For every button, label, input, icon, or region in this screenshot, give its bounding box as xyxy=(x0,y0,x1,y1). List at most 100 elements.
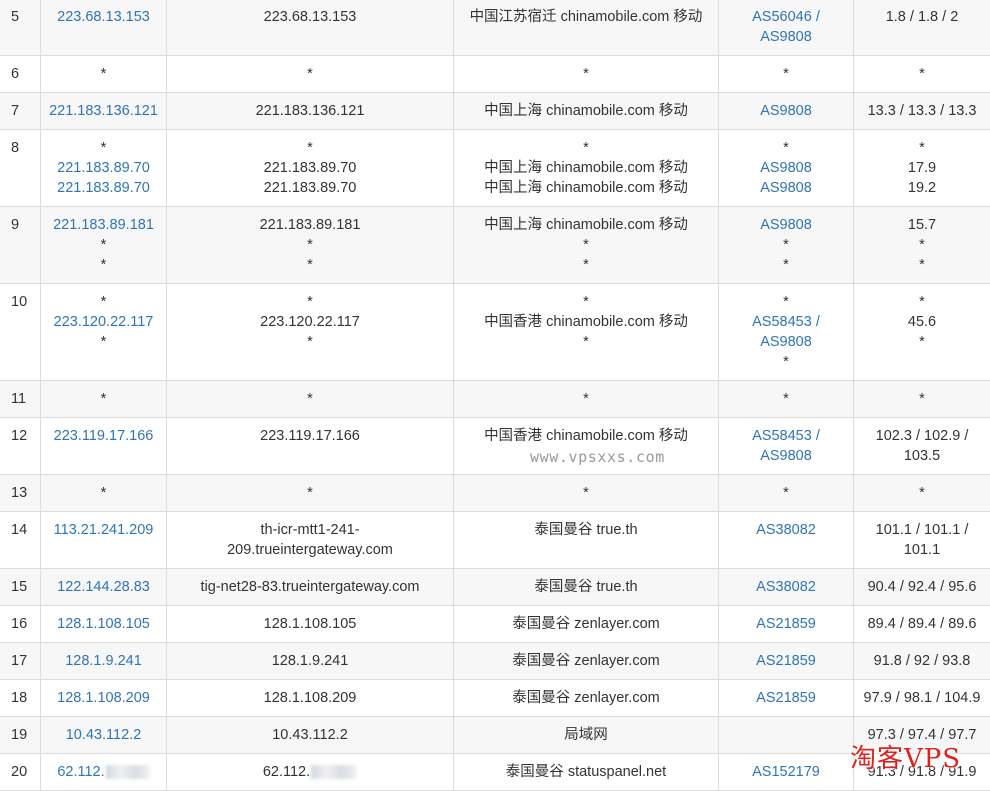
asn-link[interactable]: AS21859 xyxy=(725,688,847,708)
ip-link[interactable]: 221.183.89.70 xyxy=(47,178,160,198)
host-text: th-icr-mtt1-241- xyxy=(173,520,447,540)
ip-link[interactable]: 221.183.89.70 xyxy=(47,158,160,178)
asn-link[interactable]: AS58453 / xyxy=(725,312,847,332)
ip-link[interactable]: 223.68.13.153 xyxy=(47,7,160,27)
ip-link[interactable]: 113.21.241.209 xyxy=(47,520,160,540)
ip-link[interactable]: 62.112. xyxy=(57,764,104,780)
asn-link[interactable]: AS9808 xyxy=(725,215,847,235)
rtt-cell: 15.7** xyxy=(854,207,990,284)
rtt-text: 19.2 xyxy=(860,178,984,198)
rtt-cell: *17.919.2 xyxy=(854,130,990,207)
geo-text: 泰国曼谷 zenlayer.com xyxy=(460,651,712,671)
asn-link[interactable]: AS21859 xyxy=(725,651,847,671)
asn-link[interactable]: AS56046 / xyxy=(725,7,847,27)
hostname-cell: 128.1.108.105 xyxy=(167,606,454,643)
timeout-marker: * xyxy=(460,235,712,255)
ip-link[interactable]: 223.119.17.166 xyxy=(47,426,160,446)
ip-link[interactable]: 122.144.28.83 xyxy=(47,577,160,597)
rtt-cell: 13.3 / 13.3 / 13.3 xyxy=(854,93,990,130)
timeout-marker: * xyxy=(460,64,712,84)
hostname-cell: * xyxy=(167,475,454,512)
ip-link[interactable]: 221.183.136.121 xyxy=(47,101,160,121)
geo-text: 中国上海 chinamobile.com 移动 xyxy=(460,158,712,178)
asn-link[interactable]: AS9808 xyxy=(725,332,847,352)
geo-text: 中国上海 chinamobile.com 移动 xyxy=(460,178,712,198)
location-cell: * xyxy=(454,56,719,93)
hop-number: 9 xyxy=(0,207,41,284)
table-row: 17128.1.9.241128.1.9.241泰国曼谷 zenlayer.co… xyxy=(0,643,990,680)
rtt-cell: 89.4 / 89.4 / 89.6 xyxy=(854,606,990,643)
host-text: 223.120.22.117 xyxy=(173,312,447,332)
ip-cell: 223.119.17.166 xyxy=(41,418,167,475)
hop-number: 12 xyxy=(0,418,41,475)
location-cell: *中国上海 chinamobile.com 移动中国上海 chinamobile… xyxy=(454,130,719,207)
ip-link[interactable]: 10.43.112.2 xyxy=(47,725,160,745)
hop-number: 6 xyxy=(0,56,41,93)
rtt-cell: * xyxy=(854,475,990,512)
timeout-marker: * xyxy=(725,352,847,372)
asn-link[interactable]: AS9808 xyxy=(725,101,847,121)
hostname-cell: 10.43.112.2 xyxy=(167,717,454,754)
table-row: 13***** xyxy=(0,475,990,512)
asn-cell: AS9808 xyxy=(719,93,854,130)
host-text: 223.119.17.166 xyxy=(173,426,447,446)
hop-number: 19 xyxy=(0,717,41,754)
timeout-marker: * xyxy=(47,64,160,84)
rtt-cell: 102.3 / 102.9 /103.5 xyxy=(854,418,990,475)
geo-text: 中国上海 chinamobile.com 移动 xyxy=(460,101,712,121)
ip-link[interactable]: 223.120.22.117 xyxy=(47,312,160,332)
host-text: 128.1.9.241 xyxy=(173,651,447,671)
asn-link[interactable]: AS21859 xyxy=(725,614,847,634)
asn-cell: AS21859 xyxy=(719,680,854,717)
table-row: 2062.112.62.112.泰国曼谷 statuspanel.netAS15… xyxy=(0,754,990,791)
ip-cell: 221.183.136.121 xyxy=(41,93,167,130)
timeout-marker: * xyxy=(725,389,847,409)
rtt-cell: 1.8 / 1.8 / 2 xyxy=(854,0,990,56)
asn-link[interactable]: AS9808 xyxy=(725,446,847,466)
asn-link[interactable]: AS9808 xyxy=(725,178,847,198)
ip-cell: *223.120.22.117* xyxy=(41,284,167,381)
rtt-text: 13.3 / 13.3 / 13.3 xyxy=(860,101,984,121)
ip-link[interactable]: 128.1.9.241 xyxy=(47,651,160,671)
asn-link[interactable]: AS38082 xyxy=(725,520,847,540)
rtt-cell: 91.8 / 92 / 93.8 xyxy=(854,643,990,680)
hostname-cell: 223.119.17.166 xyxy=(167,418,454,475)
location-cell: * xyxy=(454,475,719,512)
location-cell: 泰国曼谷 zenlayer.com xyxy=(454,643,719,680)
table-row: 18128.1.108.209128.1.108.209泰国曼谷 zenlaye… xyxy=(0,680,990,717)
timeout-marker: * xyxy=(725,138,847,158)
timeout-marker: * xyxy=(47,235,160,255)
ip-link[interactable]: 128.1.108.105 xyxy=(47,614,160,634)
rtt-text: 1.8 / 1.8 / 2 xyxy=(860,7,984,27)
timeout-marker: * xyxy=(173,389,447,409)
ip-cell: 62.112. xyxy=(41,754,167,791)
hop-number: 13 xyxy=(0,475,41,512)
hop-number: 8 xyxy=(0,130,41,207)
asn-link[interactable]: AS152179 xyxy=(725,762,847,782)
asn-link[interactable]: AS9808 xyxy=(725,27,847,47)
timeout-marker: * xyxy=(460,255,712,275)
rtt-text: 102.3 / 102.9 / xyxy=(860,426,984,446)
host-text: 62.112. xyxy=(263,764,310,780)
hop-number: 15 xyxy=(0,569,41,606)
asn-link[interactable]: AS38082 xyxy=(725,577,847,597)
rtt-text: 101.1 xyxy=(860,540,984,560)
ip-link[interactable]: 221.183.89.181 xyxy=(47,215,160,235)
asn-link[interactable]: AS9808 xyxy=(725,158,847,178)
hop-number: 16 xyxy=(0,606,41,643)
asn-cell: AS38082 xyxy=(719,569,854,606)
ip-link[interactable]: 128.1.108.209 xyxy=(47,688,160,708)
timeout-marker: * xyxy=(860,389,984,409)
site-watermark: www.vpsxxs.com xyxy=(530,448,665,466)
rtt-cell: * xyxy=(854,56,990,93)
rtt-cell: *45.6* xyxy=(854,284,990,381)
rtt-text: 103.5 xyxy=(860,446,984,466)
location-cell: 中国江苏宿迁 chinamobile.com 移动 xyxy=(454,0,719,56)
hostname-cell: th-icr-mtt1-241-209.trueintergateway.com xyxy=(167,512,454,569)
ip-cell: 128.1.9.241 xyxy=(41,643,167,680)
timeout-marker: * xyxy=(860,64,984,84)
asn-cell: *AS58453 /AS9808* xyxy=(719,284,854,381)
location-cell: 中国上海 chinamobile.com 移动** xyxy=(454,207,719,284)
asn-cell xyxy=(719,717,854,754)
asn-link[interactable]: AS58453 / xyxy=(725,426,847,446)
